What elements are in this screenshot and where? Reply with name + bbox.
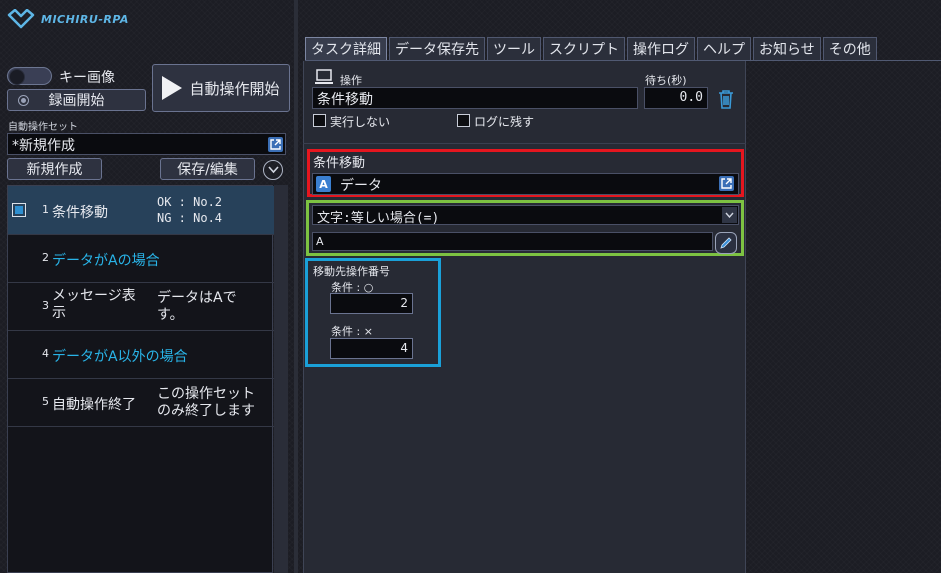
row-name: データがAの場合	[52, 253, 160, 269]
row-number: 5	[42, 395, 49, 408]
row-note: データはAで す。	[157, 290, 237, 323]
row-number: 3	[42, 299, 49, 312]
destination-number-label: 移動先操作番号	[313, 265, 390, 278]
panel-divider[interactable]	[294, 0, 298, 573]
row-name: 条件移動	[52, 205, 108, 221]
data-type-icon: A	[316, 176, 331, 192]
wait-label: 待ち(秒)	[645, 74, 687, 87]
play-icon	[162, 76, 183, 100]
pencil-icon[interactable]	[715, 232, 737, 254]
key-image-toggle[interactable]	[7, 67, 52, 85]
list-item[interactable]: 4 データがA以外の場合	[8, 330, 274, 379]
new-button[interactable]: 新規作成	[7, 158, 102, 180]
list-item[interactable]: 5 自動操作終了 この操作セット のみ終了します	[8, 378, 274, 427]
row-number: 2	[42, 251, 49, 264]
automation-set-field[interactable]: *新規作成	[7, 133, 286, 155]
tab-task-detail[interactable]: タスク詳細	[305, 37, 387, 60]
record-icon	[18, 95, 29, 106]
list-scrollbar[interactable]	[274, 185, 288, 573]
logo-icon	[7, 9, 35, 29]
trash-icon[interactable]	[717, 89, 735, 113]
tab-script[interactable]: スクリプト	[543, 37, 625, 60]
key-image-label: キー画像	[59, 70, 115, 86]
row-number: 4	[42, 347, 49, 360]
start-automation-label: 自動操作開始	[189, 79, 280, 98]
row-number: 1	[42, 203, 49, 216]
condition-false-input[interactable]: 4	[330, 338, 413, 359]
row-note: この操作セット のみ終了します	[157, 386, 255, 419]
condition-data-value: データ	[340, 178, 382, 194]
operation-label: 操作	[340, 74, 362, 87]
skip-label: 実行しない	[330, 115, 391, 129]
tab-other[interactable]: その他	[822, 37, 877, 60]
logo-text: MICHIRU-RPA	[41, 12, 129, 26]
list-item[interactable]: 2 データがAの場合	[8, 234, 274, 283]
row-note: OK : No.2 NG : No.4	[157, 195, 223, 225]
comparison-value-input[interactable]: A	[312, 232, 713, 251]
row-name: データがA以外の場合	[52, 349, 188, 365]
row-name: メッセージ表 示	[52, 288, 136, 321]
section-divider	[303, 143, 746, 144]
row-name: 自動操作終了	[52, 397, 136, 413]
operation-list: 1 条件移動 OK : No.2 NG : No.4 2 データがAの場合 3 …	[7, 185, 274, 573]
chevron-down-icon[interactable]	[263, 160, 283, 180]
tab-tools[interactable]: ツール	[487, 37, 541, 60]
condition-true-input[interactable]: 2	[330, 293, 413, 314]
laptop-icon	[314, 69, 334, 89]
tab-bar: タスク詳細 データ保存先 ツール スクリプト 操作ログ ヘルプ お知らせ その他	[305, 37, 877, 61]
app-logo: MICHIRU-RPA	[7, 9, 129, 29]
list-item[interactable]: 3 メッセージ表 示 データはAで す。	[8, 282, 274, 331]
condition-move-label: 条件移動	[313, 156, 366, 171]
condition-data-field[interactable]: A データ	[312, 173, 739, 195]
log-checkbox[interactable]	[457, 114, 470, 127]
comparison-select[interactable]: 文字:等しい場合(=)	[312, 205, 739, 226]
open-external-icon[interactable]	[268, 137, 283, 152]
selected-checkbox[interactable]	[12, 203, 26, 217]
start-automation-button[interactable]: 自動操作開始	[152, 64, 290, 112]
open-external-icon[interactable]	[719, 176, 734, 191]
condition-false-label: 条件 : ×	[331, 325, 373, 338]
automation-set-label: 自動操作セット	[8, 122, 78, 133]
wait-seconds-input[interactable]: 0.0	[644, 87, 708, 109]
tab-notice[interactable]: お知らせ	[753, 37, 821, 60]
record-label: 録画開始	[48, 93, 105, 109]
tab-help[interactable]: ヘルプ	[697, 37, 751, 60]
chevron-down-icon[interactable]	[722, 207, 737, 223]
skip-checkbox[interactable]	[313, 114, 326, 127]
operation-field[interactable]: 条件移動	[312, 87, 638, 109]
list-item[interactable]: 1 条件移動 OK : No.2 NG : No.4	[8, 186, 274, 235]
tab-operation-log[interactable]: 操作ログ	[627, 37, 695, 60]
record-button[interactable]: 録画開始	[7, 89, 146, 111]
log-label: ログに残す	[474, 115, 535, 129]
tab-data-destination[interactable]: データ保存先	[389, 37, 485, 60]
save-edit-button[interactable]: 保存/編集	[160, 158, 255, 180]
